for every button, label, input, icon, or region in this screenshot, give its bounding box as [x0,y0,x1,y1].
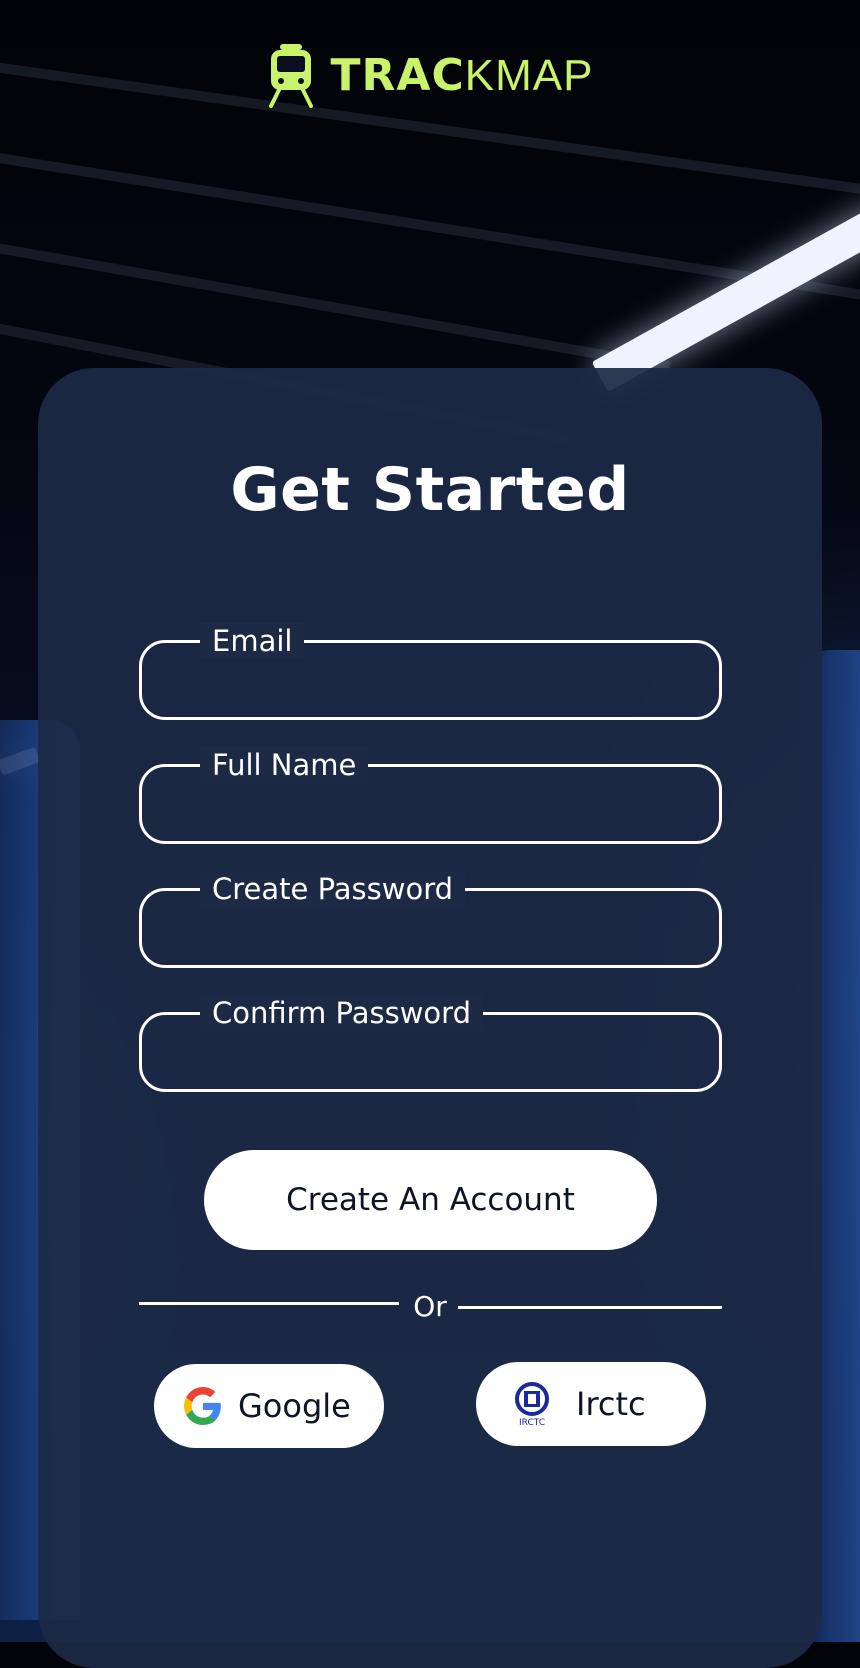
irctc-logo-icon: IRCTC [515,1382,549,1427]
google-g-icon [184,1387,221,1425]
email-input[interactable] [162,661,699,703]
logo-wordmark: TRACKMAP [330,49,594,101]
svg-text:IRCTC: IRCTC [519,1418,545,1427]
google-signin-button[interactable]: Google [154,1364,384,1448]
google-button-label: Google [238,1387,351,1425]
full-name-input[interactable] [162,785,699,827]
full-name-label: Full Name [200,747,369,783]
full-name-field[interactable]: Full Name [139,747,722,844]
email-field[interactable]: Email [139,623,722,720]
create-account-button[interactable]: Create An Account [204,1150,657,1250]
create-password-field[interactable]: Create Password [139,871,722,968]
confirm-password-field[interactable]: Confirm Password [139,995,722,1092]
divider-or-text: Or [413,1290,447,1323]
irctc-signin-button[interactable]: IRCTC Irctc [476,1362,706,1446]
app-logo: TRACKMAP [0,42,860,108]
create-password-input[interactable] [162,909,699,951]
confirm-password-label: Confirm Password [200,995,483,1031]
confirm-password-input[interactable] [162,1033,699,1075]
divider-right [458,1306,722,1309]
create-password-label: Create Password [200,871,466,907]
train-icon [268,44,313,108]
page-title: Get Started [230,455,630,525]
divider-left [139,1302,399,1305]
irctc-button-label: Irctc [576,1385,646,1423]
email-label: Email [200,623,305,659]
